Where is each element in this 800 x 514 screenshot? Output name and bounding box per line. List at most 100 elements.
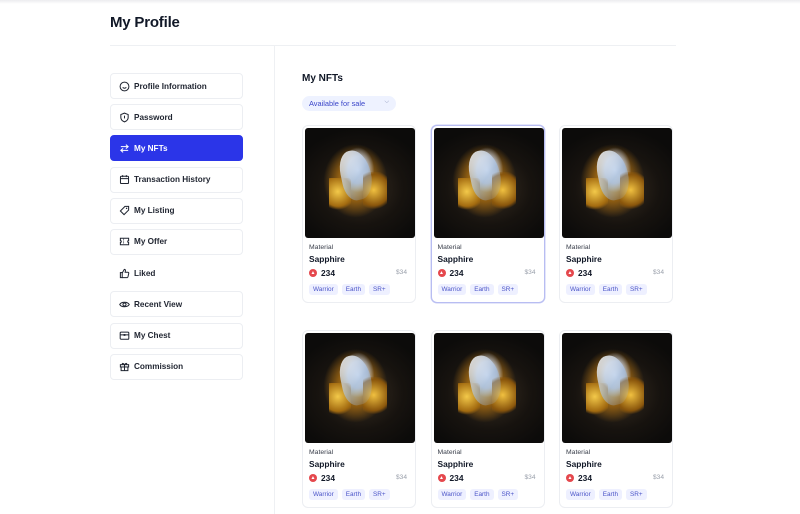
sidebar-item-my-offer[interactable]: My Offer xyxy=(110,228,243,255)
nft-tag: Warrior xyxy=(437,489,467,500)
sidebar-item-transaction-history[interactable]: Transaction History xyxy=(110,166,243,193)
chest-icon xyxy=(119,330,130,341)
nft-usd-price: $34 xyxy=(652,474,664,481)
nft-tag: Warrior xyxy=(437,284,467,295)
nft-tag: Earth xyxy=(598,284,622,295)
sidebar-item-label: My Offer xyxy=(134,237,168,247)
nft-image xyxy=(305,128,415,238)
nft-image xyxy=(433,333,544,443)
token-icon: ▲ xyxy=(566,269,574,277)
nft-tag: Warrior xyxy=(309,489,338,500)
nft-price: 234 xyxy=(449,473,464,483)
nft-usd-price: $34 xyxy=(524,269,536,276)
filter-selected-value: Available for sale xyxy=(309,99,366,108)
token-icon: ▲ xyxy=(437,269,446,277)
nft-tag: Earth xyxy=(341,284,365,295)
nft-tag: Earth xyxy=(598,489,622,500)
nft-tag: SR+ xyxy=(497,284,519,295)
nft-name: Sapphire xyxy=(566,254,602,264)
sidebar-item-label: My Listing xyxy=(134,206,175,216)
nft-tag: Earth xyxy=(470,489,494,500)
section-title: My NFTs xyxy=(302,73,343,84)
page-title: My Profile xyxy=(110,14,180,31)
nft-tag: SR+ xyxy=(369,489,390,500)
nft-usd-price: $34 xyxy=(395,474,407,481)
nft-usd-price: $34 xyxy=(652,269,664,276)
token-icon: ▲ xyxy=(566,474,574,482)
nft-card-selected[interactable]: Material Sapphire ▲ 234 $34 Warrior Eart… xyxy=(430,125,545,303)
sidebar-item-my-chest[interactable]: My Chest xyxy=(110,322,243,349)
gift-icon xyxy=(119,361,130,372)
nft-tag: Earth xyxy=(470,284,494,295)
calendar-icon xyxy=(119,174,130,185)
nft-tag: Warrior xyxy=(566,489,595,500)
tag-icon xyxy=(119,205,130,216)
nft-card[interactable]: Material Sapphire ▲ 234 $34 Warrior Eart… xyxy=(302,125,416,303)
nft-category: Material xyxy=(566,449,591,456)
token-icon: ▲ xyxy=(309,474,317,482)
nft-category: Material xyxy=(309,244,334,251)
nft-name: Sapphire xyxy=(437,459,474,469)
nft-card[interactable]: Material Sapphire ▲ 234 $34 Warrior Eart… xyxy=(302,330,416,508)
nft-card[interactable]: Material Sapphire ▲ 234 $34 Warrior Eart… xyxy=(559,330,673,508)
sidebar-item-commission[interactable]: Commission xyxy=(110,353,243,380)
ticket-icon xyxy=(119,236,130,247)
top-shadow xyxy=(0,0,800,4)
nft-tag: Warrior xyxy=(309,284,338,295)
token-icon: ▲ xyxy=(437,474,446,482)
nft-grid: Material Sapphire ▲ 234 $34 Warrior Eart… xyxy=(302,125,673,508)
sidebar-item-recent-view[interactable]: Recent View xyxy=(110,291,243,318)
nft-price: 234 xyxy=(449,268,464,278)
sidebar-item-label: Liked xyxy=(134,268,156,278)
nft-price: 234 xyxy=(321,473,335,483)
sidebar-item-profile-information[interactable]: Profile Information xyxy=(110,73,243,99)
sidebar-divider xyxy=(274,46,275,514)
nft-image xyxy=(562,128,672,238)
header-divider xyxy=(110,45,676,46)
sidebar-item-my-nfts[interactable]: My NFTs xyxy=(110,135,243,162)
nft-price: 234 xyxy=(578,473,592,483)
nft-tag: SR+ xyxy=(626,284,647,295)
nft-card[interactable]: Material Sapphire ▲ 234 $34 Warrior Eart… xyxy=(559,125,673,303)
nft-tag: SR+ xyxy=(369,284,390,295)
nft-tag: Warrior xyxy=(566,284,595,295)
nft-usd-price: $34 xyxy=(524,474,536,481)
token-icon: ▲ xyxy=(309,269,317,277)
nft-category: Material xyxy=(309,449,334,456)
sidebar-item-label: My Chest xyxy=(134,331,171,340)
swap-arrows-icon xyxy=(119,143,130,154)
chevron-down-icon: ⌵ xyxy=(384,99,389,105)
sidebar-item-liked[interactable]: Liked xyxy=(110,260,243,287)
nft-tag: SR+ xyxy=(497,489,519,500)
smile-icon xyxy=(119,81,130,92)
sidebar: Profile Information Password My NFTs Tra… xyxy=(110,73,243,385)
nft-name: Sapphire xyxy=(309,459,345,469)
nft-name: Sapphire xyxy=(309,254,345,264)
sidebar-item-label: Profile Information xyxy=(134,81,207,91)
nft-usd-price: $34 xyxy=(395,269,407,276)
eye-icon xyxy=(119,299,130,310)
sidebar-item-label: Commission xyxy=(134,362,184,372)
nft-category: Material xyxy=(437,244,462,251)
nft-category: Material xyxy=(566,244,591,251)
nft-name: Sapphire xyxy=(566,459,602,469)
nft-name: Sapphire xyxy=(437,254,474,264)
sidebar-item-label: My NFTs xyxy=(134,143,168,153)
nft-price: 234 xyxy=(321,268,335,278)
shield-icon xyxy=(119,112,130,123)
status-filter-dropdown[interactable]: Available for sale ⌵ xyxy=(302,96,396,111)
sidebar-item-label: Recent View xyxy=(134,299,183,309)
nft-category: Material xyxy=(437,449,462,456)
nft-image xyxy=(562,333,672,443)
thumbs-up-icon xyxy=(119,268,130,279)
nft-price: 234 xyxy=(578,268,592,278)
sidebar-item-label: Transaction History xyxy=(134,175,211,185)
sidebar-item-my-listing[interactable]: My Listing xyxy=(110,197,243,224)
sidebar-item-password[interactable]: Password xyxy=(110,104,243,131)
nft-card[interactable]: Material Sapphire ▲ 234 $34 Warrior Eart… xyxy=(430,330,545,508)
sidebar-item-label: Password xyxy=(134,112,173,122)
nft-tag: Earth xyxy=(341,489,365,500)
nft-tag: SR+ xyxy=(626,489,647,500)
nft-image xyxy=(433,128,544,238)
nft-image xyxy=(305,333,415,443)
